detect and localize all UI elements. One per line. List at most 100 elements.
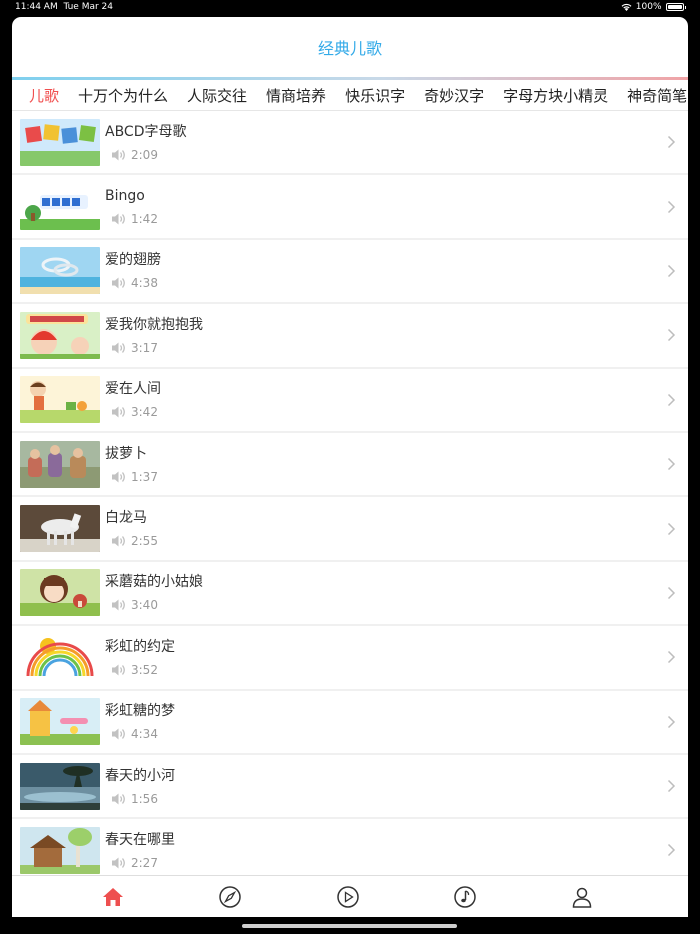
song-info: 爱在人间 3:42 [105, 380, 688, 419]
song-thumbnail [20, 440, 100, 488]
chevron-right-icon [667, 780, 676, 793]
battery-icon [665, 3, 684, 11]
tab-0[interactable]: 儿歌 [29, 85, 59, 106]
song-meta: 1:42 [105, 212, 688, 226]
song-row[interactable]: 春天在哪里 2:27 [12, 819, 688, 876]
speaker-icon [112, 149, 125, 161]
speaker-icon [112, 599, 125, 611]
tab-3[interactable]: 情商培养 [266, 85, 326, 106]
tab-2[interactable]: 人际交往 [187, 85, 247, 106]
song-title: 爱的翅膀 [105, 252, 161, 269]
song-row[interactable]: 爱在人间 3:42 [12, 368, 688, 433]
song-duration: 4:38 [131, 276, 158, 291]
song-row[interactable]: 拔萝卜 1:37 [12, 432, 688, 498]
song-info: 春天的小河 1:56 [105, 767, 688, 806]
song-info: ABCD字母歌 2:09 [105, 123, 688, 162]
song-thumbnail [20, 505, 100, 553]
song-row[interactable]: 彩虹糖的梦 4:34 [12, 690, 688, 755]
chevron-right-icon [667, 264, 676, 277]
battery-percent: 100% [635, 2, 662, 12]
song-info: Bingo 1:42 [105, 187, 688, 226]
song-title: 春天在哪里 [105, 831, 175, 848]
song-duration: 1:37 [131, 469, 158, 484]
chevron-right-icon [667, 522, 676, 535]
compass-icon[interactable] [217, 884, 243, 910]
speaker-icon [112, 213, 125, 225]
chevron-right-icon [667, 200, 676, 213]
speaker-icon [112, 728, 125, 740]
song-row[interactable]: 白龙马 2:55 [12, 497, 688, 562]
wifi-icon [621, 3, 632, 11]
song-meta: 2:27 [105, 856, 688, 870]
speaker-icon [112, 471, 125, 483]
song-title: 白龙马 [105, 510, 147, 527]
song-title: 拔萝卜 [105, 445, 147, 462]
status-right: 100% [621, 2, 686, 12]
song-duration: 2:27 [131, 855, 158, 870]
song-info: 彩虹的约定 3:52 [105, 638, 688, 677]
chevron-right-icon [667, 136, 676, 149]
song-title: 彩虹的约定 [105, 638, 175, 655]
speaker-icon [112, 857, 125, 869]
song-duration: 2:09 [131, 147, 158, 162]
song-info: 春天在哪里 2:27 [105, 831, 688, 870]
song-thumbnail [20, 118, 100, 166]
song-row[interactable]: 爱我你就抱抱我 3:17 [12, 304, 688, 369]
speaker-icon [112, 406, 125, 418]
speaker-icon [112, 793, 125, 805]
song-thumbnail [20, 762, 100, 810]
song-thumbnail [20, 311, 100, 359]
song-list[interactable]: ABCD字母歌 2:09 Bingo 1:42 爱的翅膀 4:38 爱我你就抱抱我 3:17 爱… [12, 111, 688, 876]
chevron-right-icon [667, 844, 676, 857]
song-row[interactable]: 采蘑菇的小姑娘 3:40 [12, 561, 688, 627]
song-title: 彩虹糖的梦 [105, 703, 175, 720]
tab-6[interactable]: 字母方块小精灵 [503, 85, 608, 106]
song-meta: 3:52 [105, 663, 688, 677]
song-thumbnail [20, 183, 100, 231]
song-row[interactable]: 爱的翅膀 4:38 [12, 239, 688, 305]
song-row[interactable]: ABCD字母歌 2:09 [12, 111, 688, 176]
song-title: ABCD字母歌 [105, 123, 187, 140]
song-title: 爱我你就抱抱我 [105, 316, 203, 333]
tab-bar [12, 875, 688, 917]
song-duration: 2:55 [131, 534, 158, 549]
tab-7[interactable]: 神奇简笔画 [627, 85, 688, 106]
song-title: 春天的小河 [105, 767, 175, 784]
song-info: 爱的翅膀 4:38 [105, 251, 688, 290]
song-meta: 3:40 [105, 598, 688, 612]
song-duration: 4:34 [131, 727, 158, 742]
song-duration: 3:40 [131, 598, 158, 613]
song-row[interactable]: 彩虹的约定 3:52 [12, 626, 688, 691]
song-duration: 3:42 [131, 405, 158, 420]
nav-title: 经典儿歌 [317, 39, 382, 58]
speaker-icon [112, 277, 125, 289]
song-info: 拔萝卜 1:37 [105, 445, 688, 484]
song-title: 采蘑菇的小姑娘 [105, 574, 203, 591]
song-meta: 1:56 [105, 792, 688, 806]
chevron-right-icon [667, 715, 676, 728]
home-indicator [242, 924, 457, 928]
song-row[interactable]: Bingo 1:42 [12, 175, 688, 240]
status-bar: 11:44 AM Tue Mar 24 100% [0, 0, 700, 16]
song-duration: 3:17 [131, 340, 158, 355]
play-circle-icon[interactable] [335, 884, 361, 910]
speaker-icon [112, 342, 125, 354]
person-icon[interactable] [569, 884, 595, 910]
music-note-icon[interactable] [452, 884, 478, 910]
song-thumbnail [20, 826, 100, 874]
chevron-right-icon [667, 329, 676, 342]
chevron-right-icon [667, 586, 676, 599]
tab-1[interactable]: 十万个为什么 [78, 85, 168, 106]
song-meta: 3:17 [105, 341, 688, 355]
song-meta: 4:34 [105, 727, 688, 741]
song-duration: 1:56 [131, 791, 158, 806]
song-thumbnail [20, 376, 100, 424]
tab-5[interactable]: 奇妙汉字 [424, 85, 484, 106]
tab-4[interactable]: 快乐识字 [345, 85, 405, 106]
speaker-icon [112, 664, 125, 676]
song-row[interactable]: 春天的小河 1:56 [12, 754, 688, 820]
home-icon[interactable] [100, 884, 126, 910]
speaker-icon [112, 535, 125, 547]
category-tabs[interactable]: 儿歌十万个为什么人际交往情商培养快乐识字奇妙汉字字母方块小精灵神奇简笔画 [12, 80, 688, 111]
song-info: 白龙马 2:55 [105, 509, 688, 548]
